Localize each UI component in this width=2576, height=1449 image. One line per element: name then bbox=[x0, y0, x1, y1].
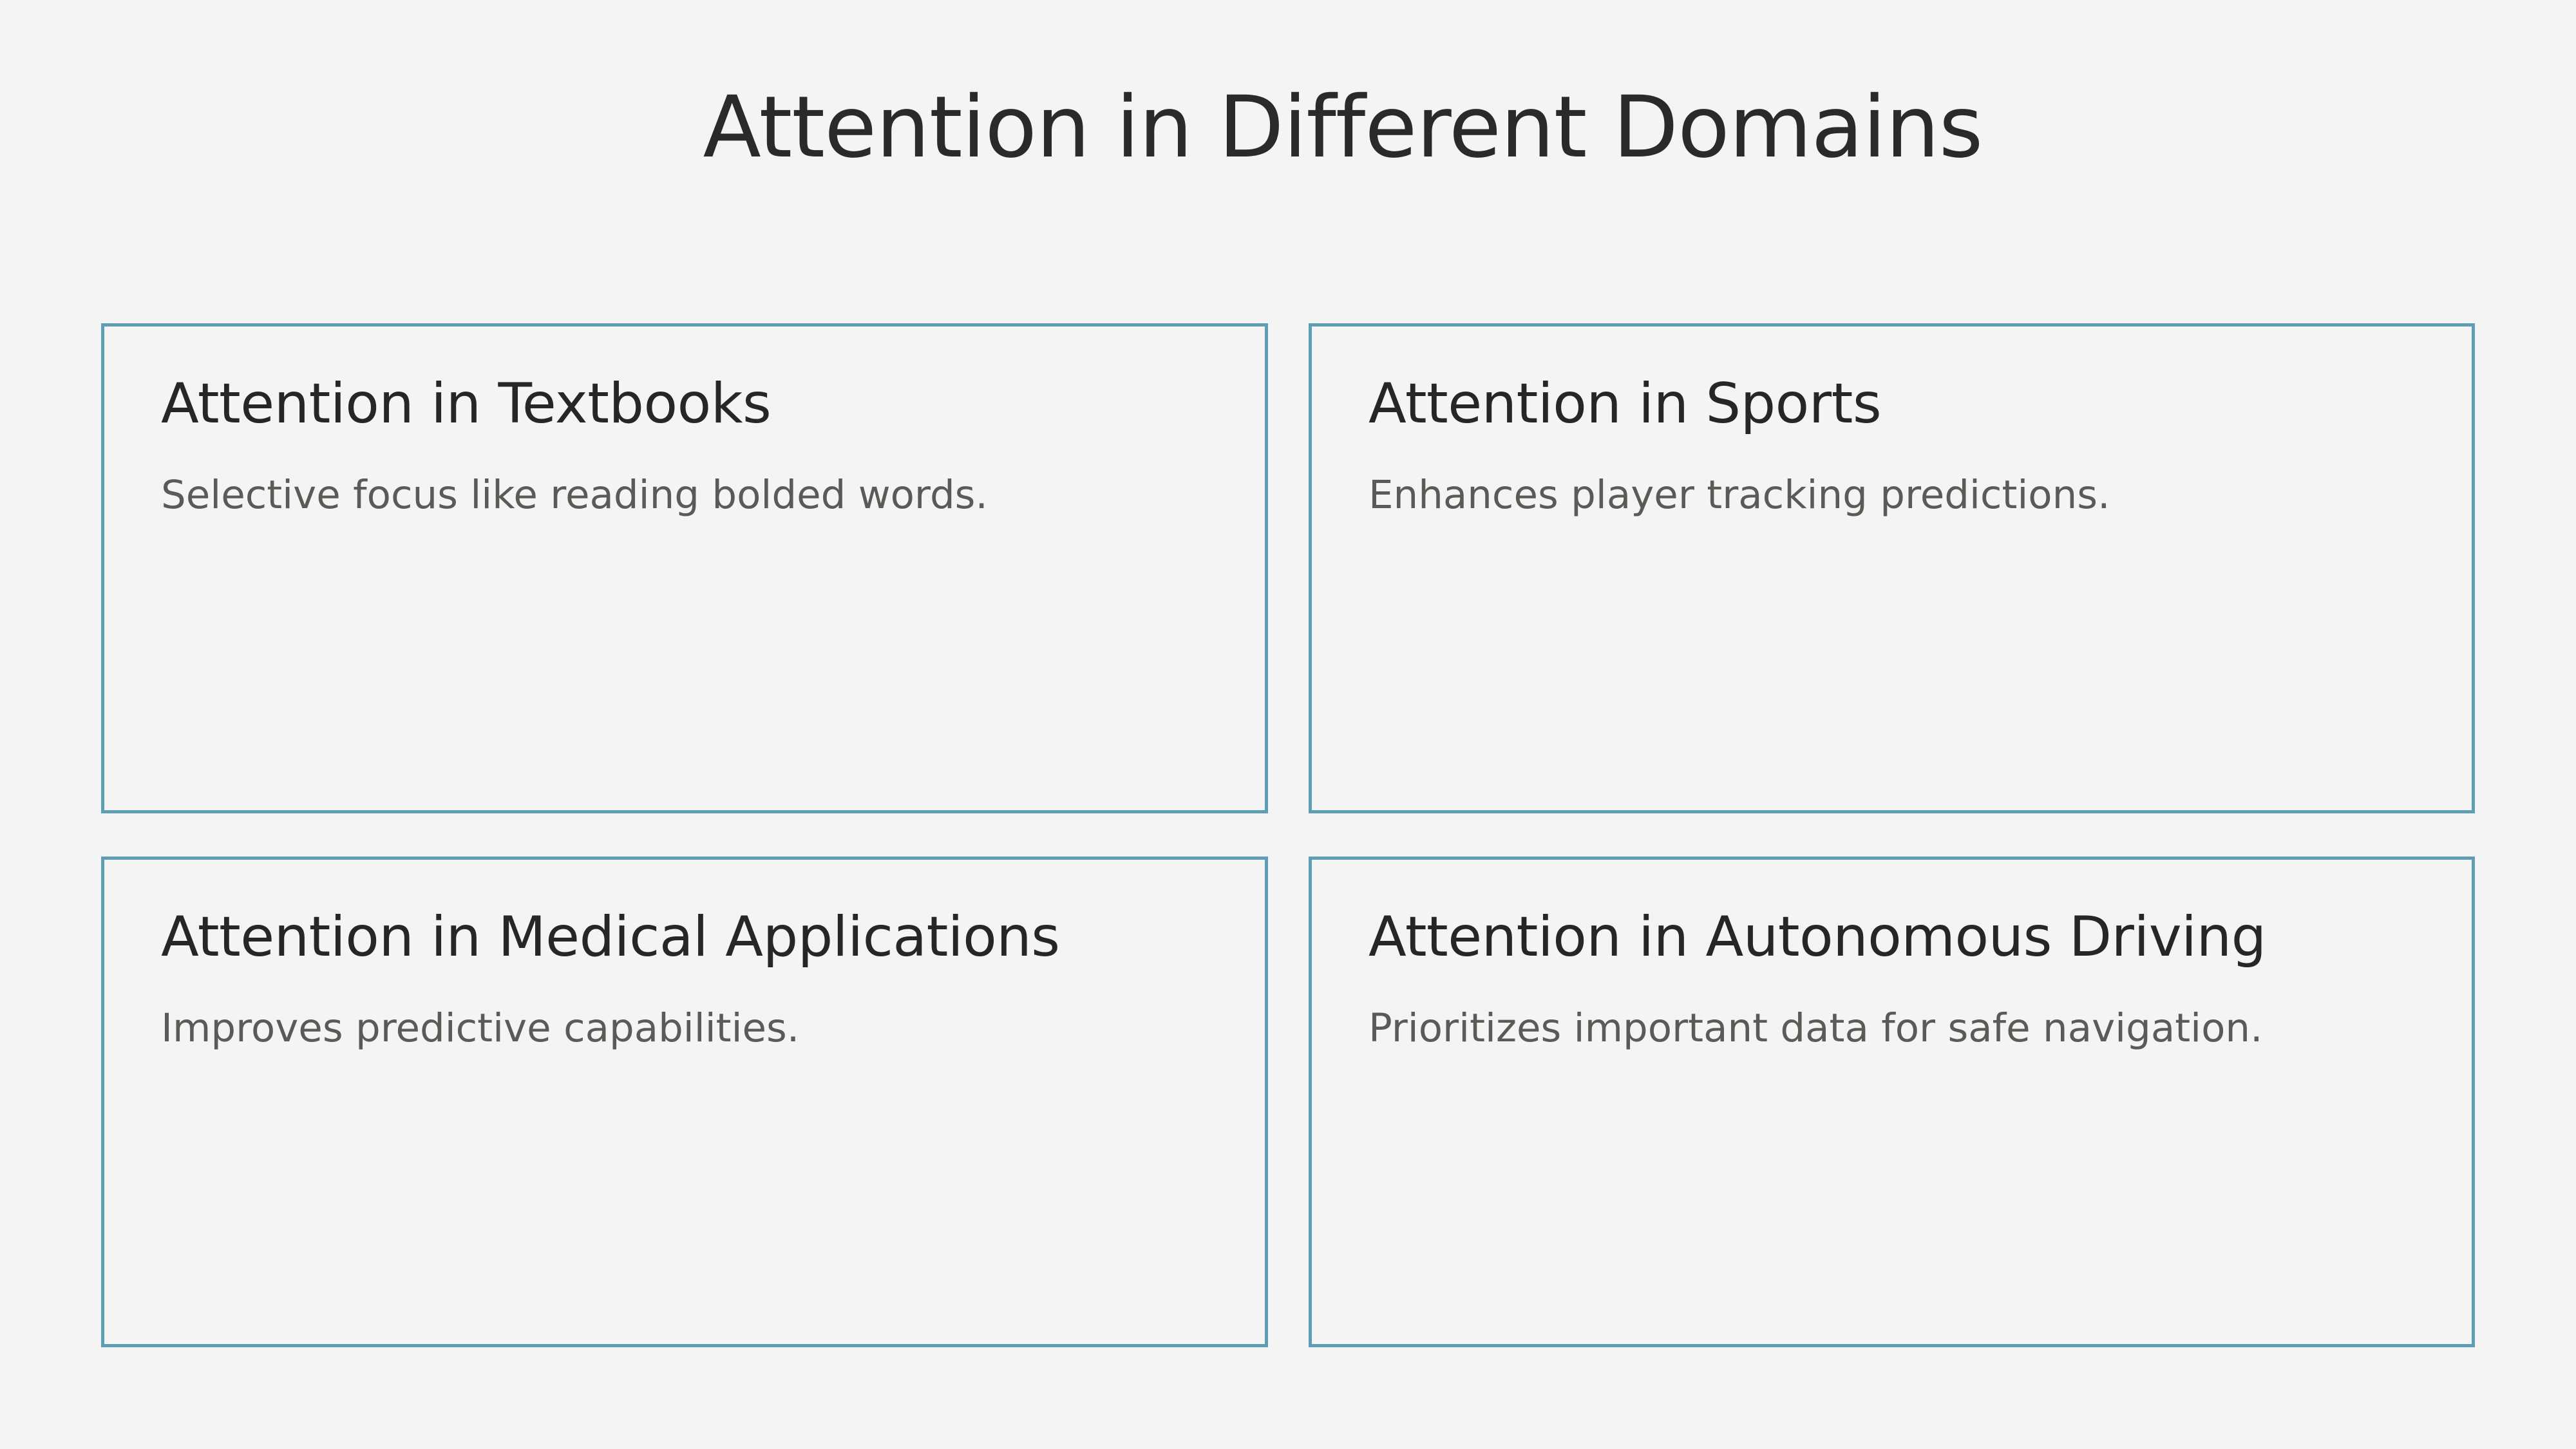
card-sports: Attention in Sports Enhances player trac… bbox=[1309, 323, 2475, 813]
card-title: Attention in Medical Applications bbox=[161, 905, 1060, 969]
card-description: Prioritizes important data for safe navi… bbox=[1368, 1005, 2263, 1051]
card-description: Improves predictive capabilities. bbox=[161, 1005, 800, 1051]
slide: Attention in Different Domains Attention… bbox=[0, 0, 2576, 1449]
card-description: Selective focus like reading bolded word… bbox=[161, 472, 988, 518]
page-title: Attention in Different Domains bbox=[703, 78, 1984, 177]
card-title: Attention in Autonomous Driving bbox=[1368, 905, 2266, 969]
card-title: Attention in Sports bbox=[1368, 372, 1882, 436]
card-textbooks: Attention in Textbooks Selective focus l… bbox=[101, 323, 1268, 813]
card-description: Enhances player tracking predictions. bbox=[1368, 472, 2110, 518]
card-title: Attention in Textbooks bbox=[161, 372, 772, 436]
card-autonomous-driving: Attention in Autonomous Driving Prioriti… bbox=[1309, 857, 2475, 1347]
card-medical-applications: Attention in Medical Applications Improv… bbox=[101, 857, 1268, 1347]
